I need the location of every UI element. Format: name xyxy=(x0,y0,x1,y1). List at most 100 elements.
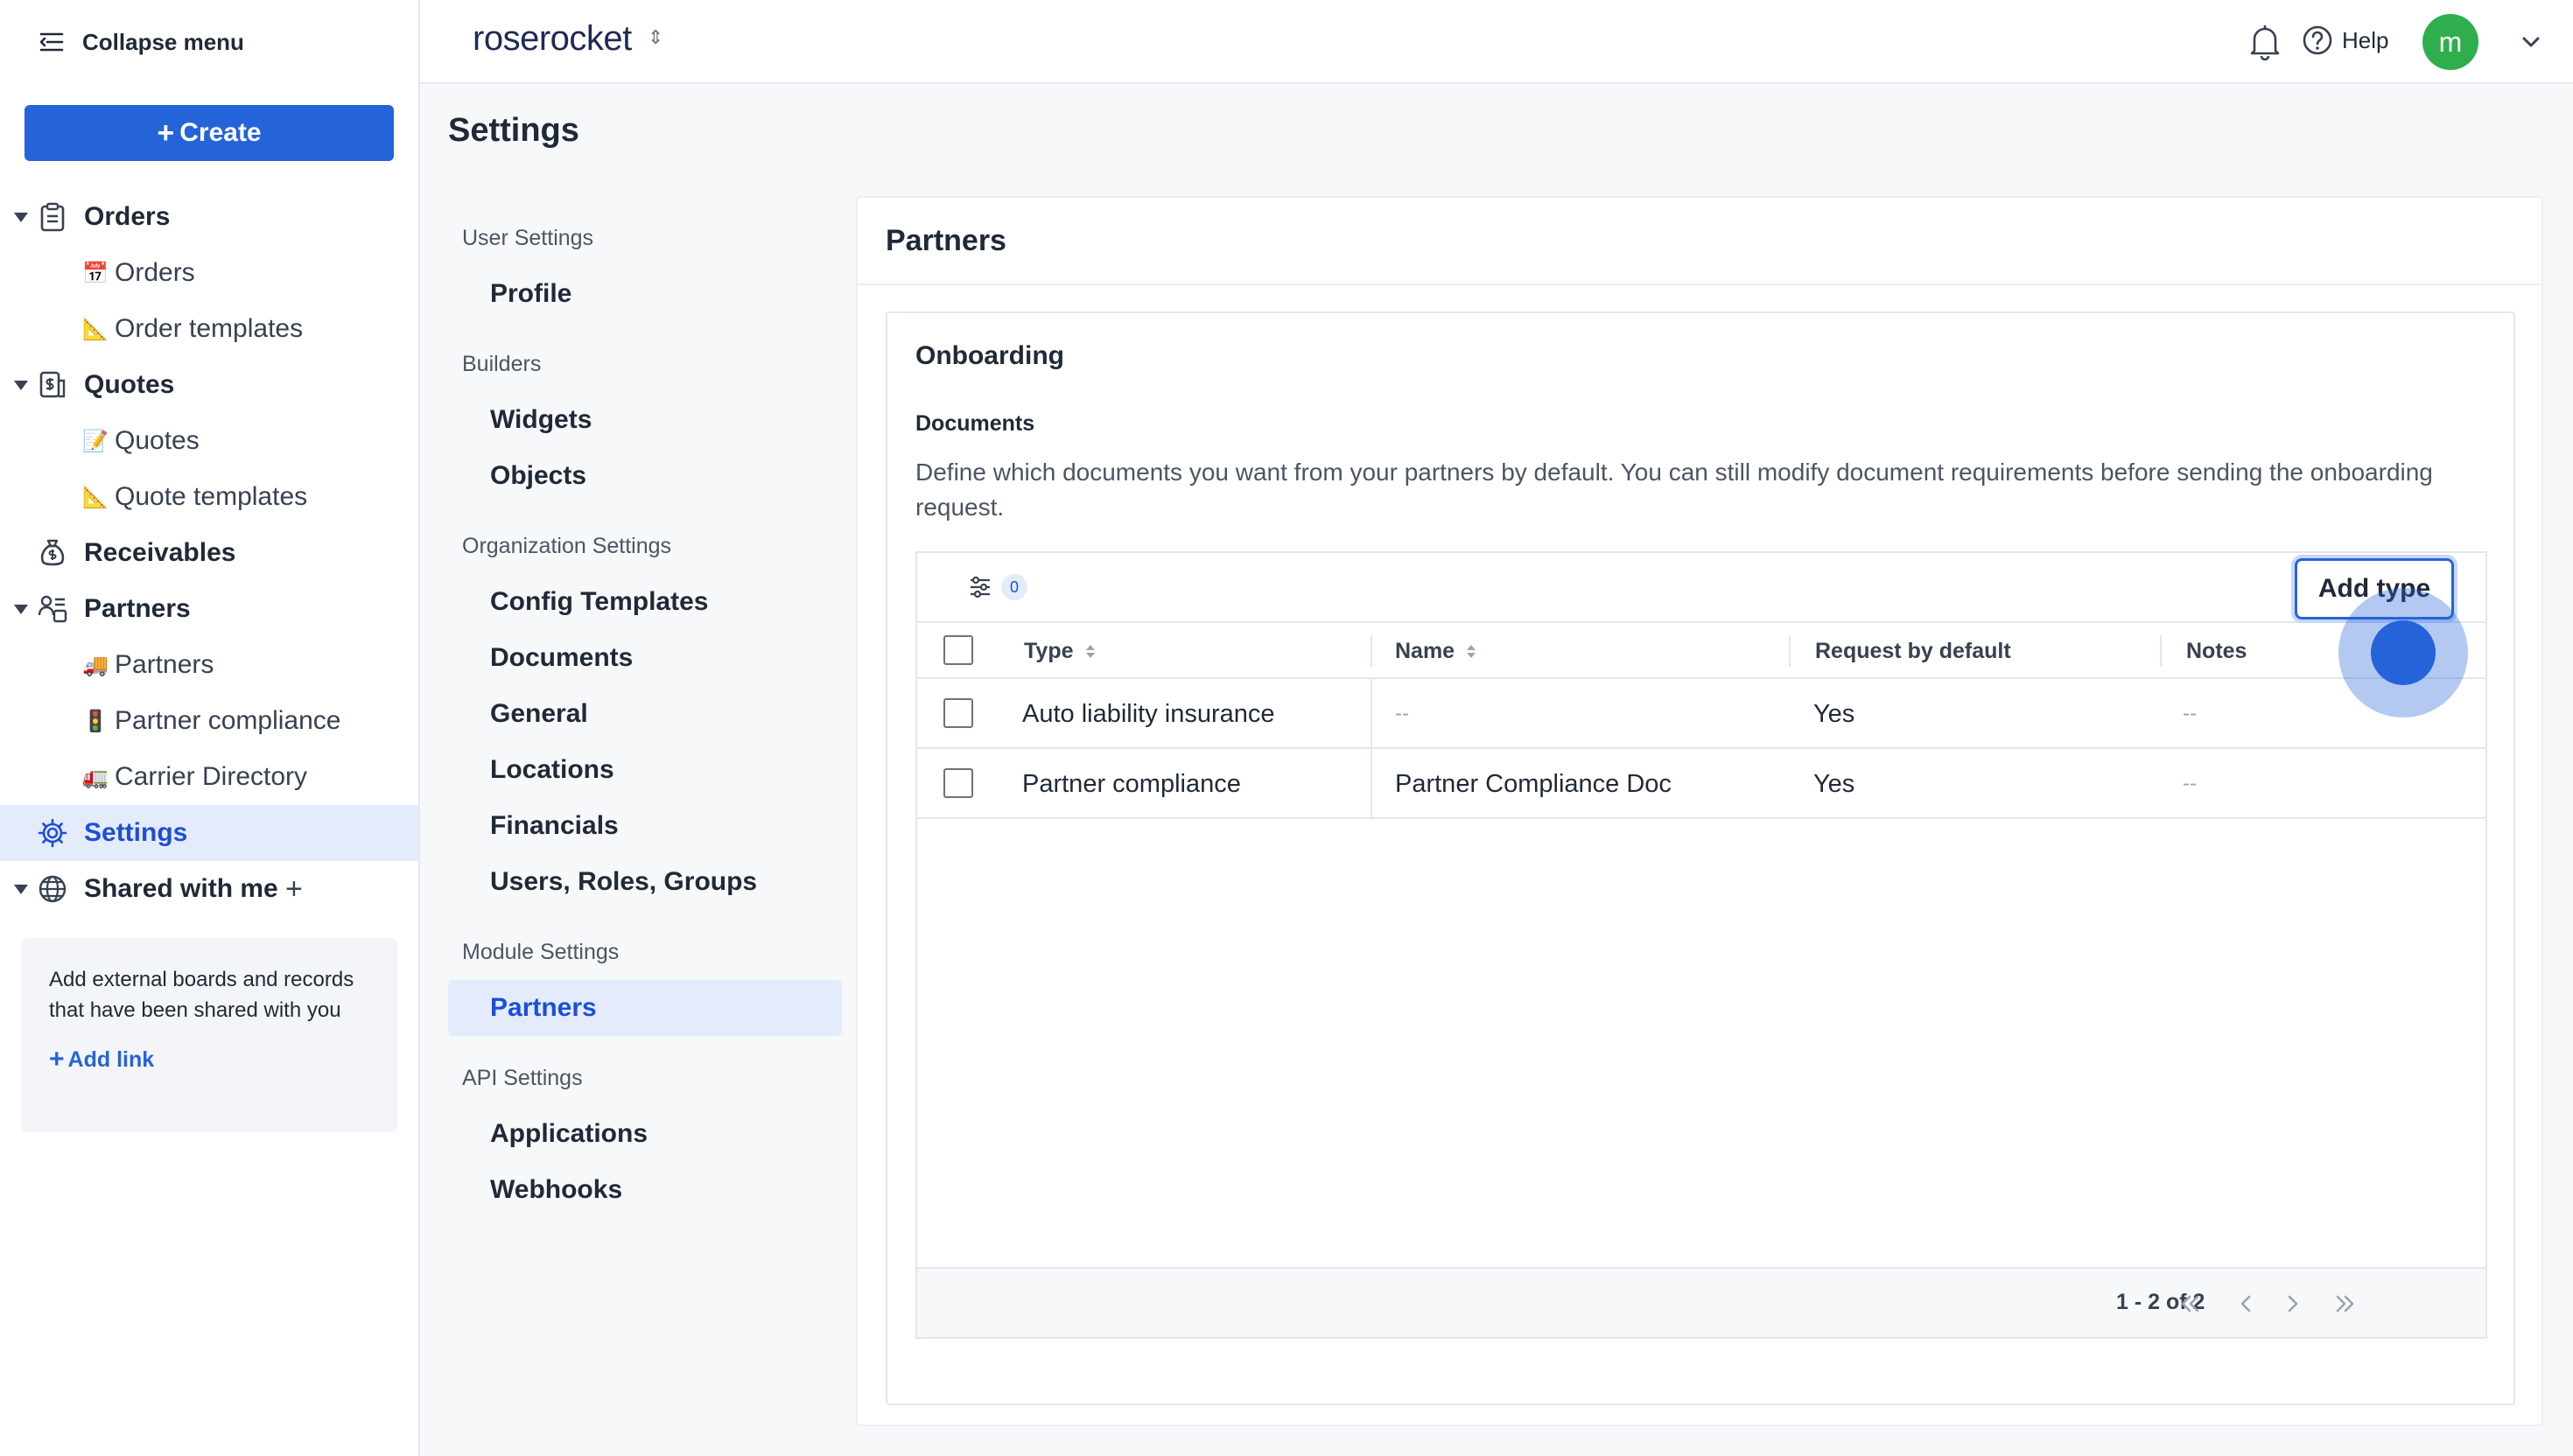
settings-item-webhooks[interactable]: Webhooks xyxy=(448,1162,842,1218)
plus-icon: + xyxy=(49,1045,65,1074)
top-header: roserocket ⇕ Help m xyxy=(420,0,2573,84)
collapse-menu-button[interactable]: Collapse menu xyxy=(39,26,244,58)
documents-label: Documents xyxy=(915,411,1035,436)
cell-type: Auto liability insurance xyxy=(1022,699,1275,728)
divider xyxy=(858,284,2541,285)
question-circle-icon xyxy=(2303,25,2332,55)
settings-item-config-templates[interactable]: Config Templates xyxy=(448,574,842,630)
add-link-label: Add link xyxy=(67,1046,155,1072)
column-label: Type xyxy=(1024,638,1074,663)
sidebar-item-label: Partners xyxy=(115,650,214,679)
sidebar-item-label: Orders xyxy=(84,202,171,231)
sort-icon[interactable] xyxy=(1467,644,1476,658)
sidebar-item-label: Quotes xyxy=(84,370,175,399)
add-link-button[interactable]: + Add link xyxy=(49,1045,369,1074)
sidebar-item-label: Quotes xyxy=(115,426,200,455)
column-divider xyxy=(1789,635,1791,667)
cell-name: -- xyxy=(1395,702,1409,725)
column-label: Name xyxy=(1395,638,1455,663)
cell-notes: -- xyxy=(2183,702,2197,725)
sidebar-item-label: Receivables xyxy=(84,538,236,567)
sidebar-item-label: Carrier Directory xyxy=(115,762,308,791)
sidebar-subitem-partner-compliance[interactable]: 🚦 Partner compliance xyxy=(0,693,418,749)
clipboard-icon xyxy=(37,201,68,233)
page-title: Settings xyxy=(448,112,579,149)
workspace-switcher-icon[interactable]: ⇕ xyxy=(648,26,663,49)
sidebar-subitem-partners[interactable]: 🚚 Partners xyxy=(0,637,418,693)
roserocket-logo[interactable]: roserocket xyxy=(473,19,632,59)
caret-down-icon[interactable] xyxy=(14,380,28,390)
row-checkbox[interactable] xyxy=(943,768,973,798)
column-header-type[interactable]: Type xyxy=(1024,623,1095,679)
settings-group-label: User Settings xyxy=(462,226,594,250)
column-divider xyxy=(1371,679,1372,749)
articulated-lorry-icon: 🚛 xyxy=(82,765,109,789)
chevron-down-icon[interactable] xyxy=(2519,30,2543,54)
caret-down-icon[interactable] xyxy=(14,212,28,222)
quote-invoice-icon xyxy=(37,369,68,401)
sidebar-subitem-quotes[interactable]: 📝 Quotes xyxy=(0,413,418,469)
settings-item-general[interactable]: General xyxy=(448,686,842,742)
sidebar-subitem-orders[interactable]: 📅 Orders xyxy=(0,245,418,301)
shared-info-text: Add external boards and records that hav… xyxy=(49,968,354,1022)
table-header: Type Name Request by default Notes xyxy=(917,623,2485,679)
filter-sliders-icon xyxy=(971,576,990,598)
help-button[interactable]: Help xyxy=(2302,24,2388,56)
sidebar-item-label: Partners xyxy=(84,594,191,623)
create-button[interactable]: + Create xyxy=(25,105,394,161)
first-page-icon[interactable] xyxy=(2174,1288,2205,1320)
collapse-menu-icon xyxy=(39,32,64,52)
select-all-checkbox[interactable] xyxy=(943,635,973,665)
settings-item-applications[interactable]: Applications xyxy=(448,1106,842,1162)
settings-item-partners[interactable]: Partners xyxy=(448,980,842,1036)
column-divider xyxy=(1371,635,1372,667)
partners-settings-panel: Partners Onboarding Documents Define whi… xyxy=(856,196,2543,1426)
caret-down-icon[interactable] xyxy=(14,604,28,614)
sidebar-subitem-quote-templates[interactable]: 📐 Quote templates xyxy=(0,469,418,525)
next-page-icon[interactable] xyxy=(2277,1288,2309,1320)
sidebar-subitem-order-templates[interactable]: 📐 Order templates xyxy=(0,301,418,357)
sidebar-item-shared-with-me[interactable]: Shared with me + xyxy=(0,861,418,917)
table-row[interactable]: Partner compliance Partner Compliance Do… xyxy=(917,749,2485,819)
sidebar-item-label: Orders xyxy=(115,258,195,287)
create-label: Create xyxy=(179,118,262,147)
filter-button[interactable]: 0 xyxy=(968,574,1027,600)
column-label: Notes xyxy=(2186,638,2247,663)
click-indicator-core xyxy=(2371,620,2436,685)
settings-item-widgets[interactable]: Widgets xyxy=(448,392,842,448)
settings-group-label: Builders xyxy=(462,352,542,376)
settings-item-users-roles-groups[interactable]: Users, Roles, Groups xyxy=(448,854,842,910)
row-checkbox[interactable] xyxy=(943,698,973,728)
settings-item-objects[interactable]: Objects xyxy=(448,448,842,504)
previous-page-icon[interactable] xyxy=(2230,1288,2261,1320)
sidebar-subitem-carrier-directory[interactable]: 🚛 Carrier Directory xyxy=(0,749,418,805)
add-shared-plus-icon[interactable]: + xyxy=(285,872,303,906)
settings-item-profile[interactable]: Profile xyxy=(448,266,842,322)
plus-icon: + xyxy=(157,116,175,150)
settings-item-locations[interactable]: Locations xyxy=(448,742,842,798)
money-bag-icon xyxy=(37,537,68,569)
cell-notes: -- xyxy=(2183,772,2197,795)
sidebar-item-receivables[interactable]: Receivables xyxy=(0,525,418,581)
sidebar-item-label: Partner compliance xyxy=(115,706,341,735)
caret-down-icon[interactable] xyxy=(14,884,28,894)
settings-group-label: Organization Settings xyxy=(462,534,672,558)
sidebar-item-partners[interactable]: Partners xyxy=(0,581,418,637)
cell-type: Partner compliance xyxy=(1022,769,1241,798)
settings-item-financials[interactable]: Financials xyxy=(448,798,842,854)
bell-icon[interactable] xyxy=(2247,23,2282,61)
help-label: Help xyxy=(2342,26,2389,53)
table-toolbar: 0 Add type xyxy=(917,553,2485,623)
cell-request-by-default: Yes xyxy=(1813,699,1855,728)
column-header-name[interactable]: Name xyxy=(1395,623,1476,679)
sidebar-item-quotes[interactable]: Quotes xyxy=(0,357,418,413)
last-page-icon[interactable] xyxy=(2330,1288,2361,1320)
settings-item-documents[interactable]: Documents xyxy=(448,630,842,686)
user-avatar[interactable]: m xyxy=(2422,14,2478,70)
column-divider xyxy=(2160,635,2162,667)
table-row[interactable]: Auto liability insurance -- Yes -- xyxy=(917,679,2485,749)
documents-description: Define which documents you want from you… xyxy=(915,458,2433,521)
sidebar-item-orders[interactable]: Orders xyxy=(0,189,418,245)
sidebar-item-settings[interactable]: Settings xyxy=(0,805,418,861)
sort-icon[interactable] xyxy=(1085,644,1095,658)
